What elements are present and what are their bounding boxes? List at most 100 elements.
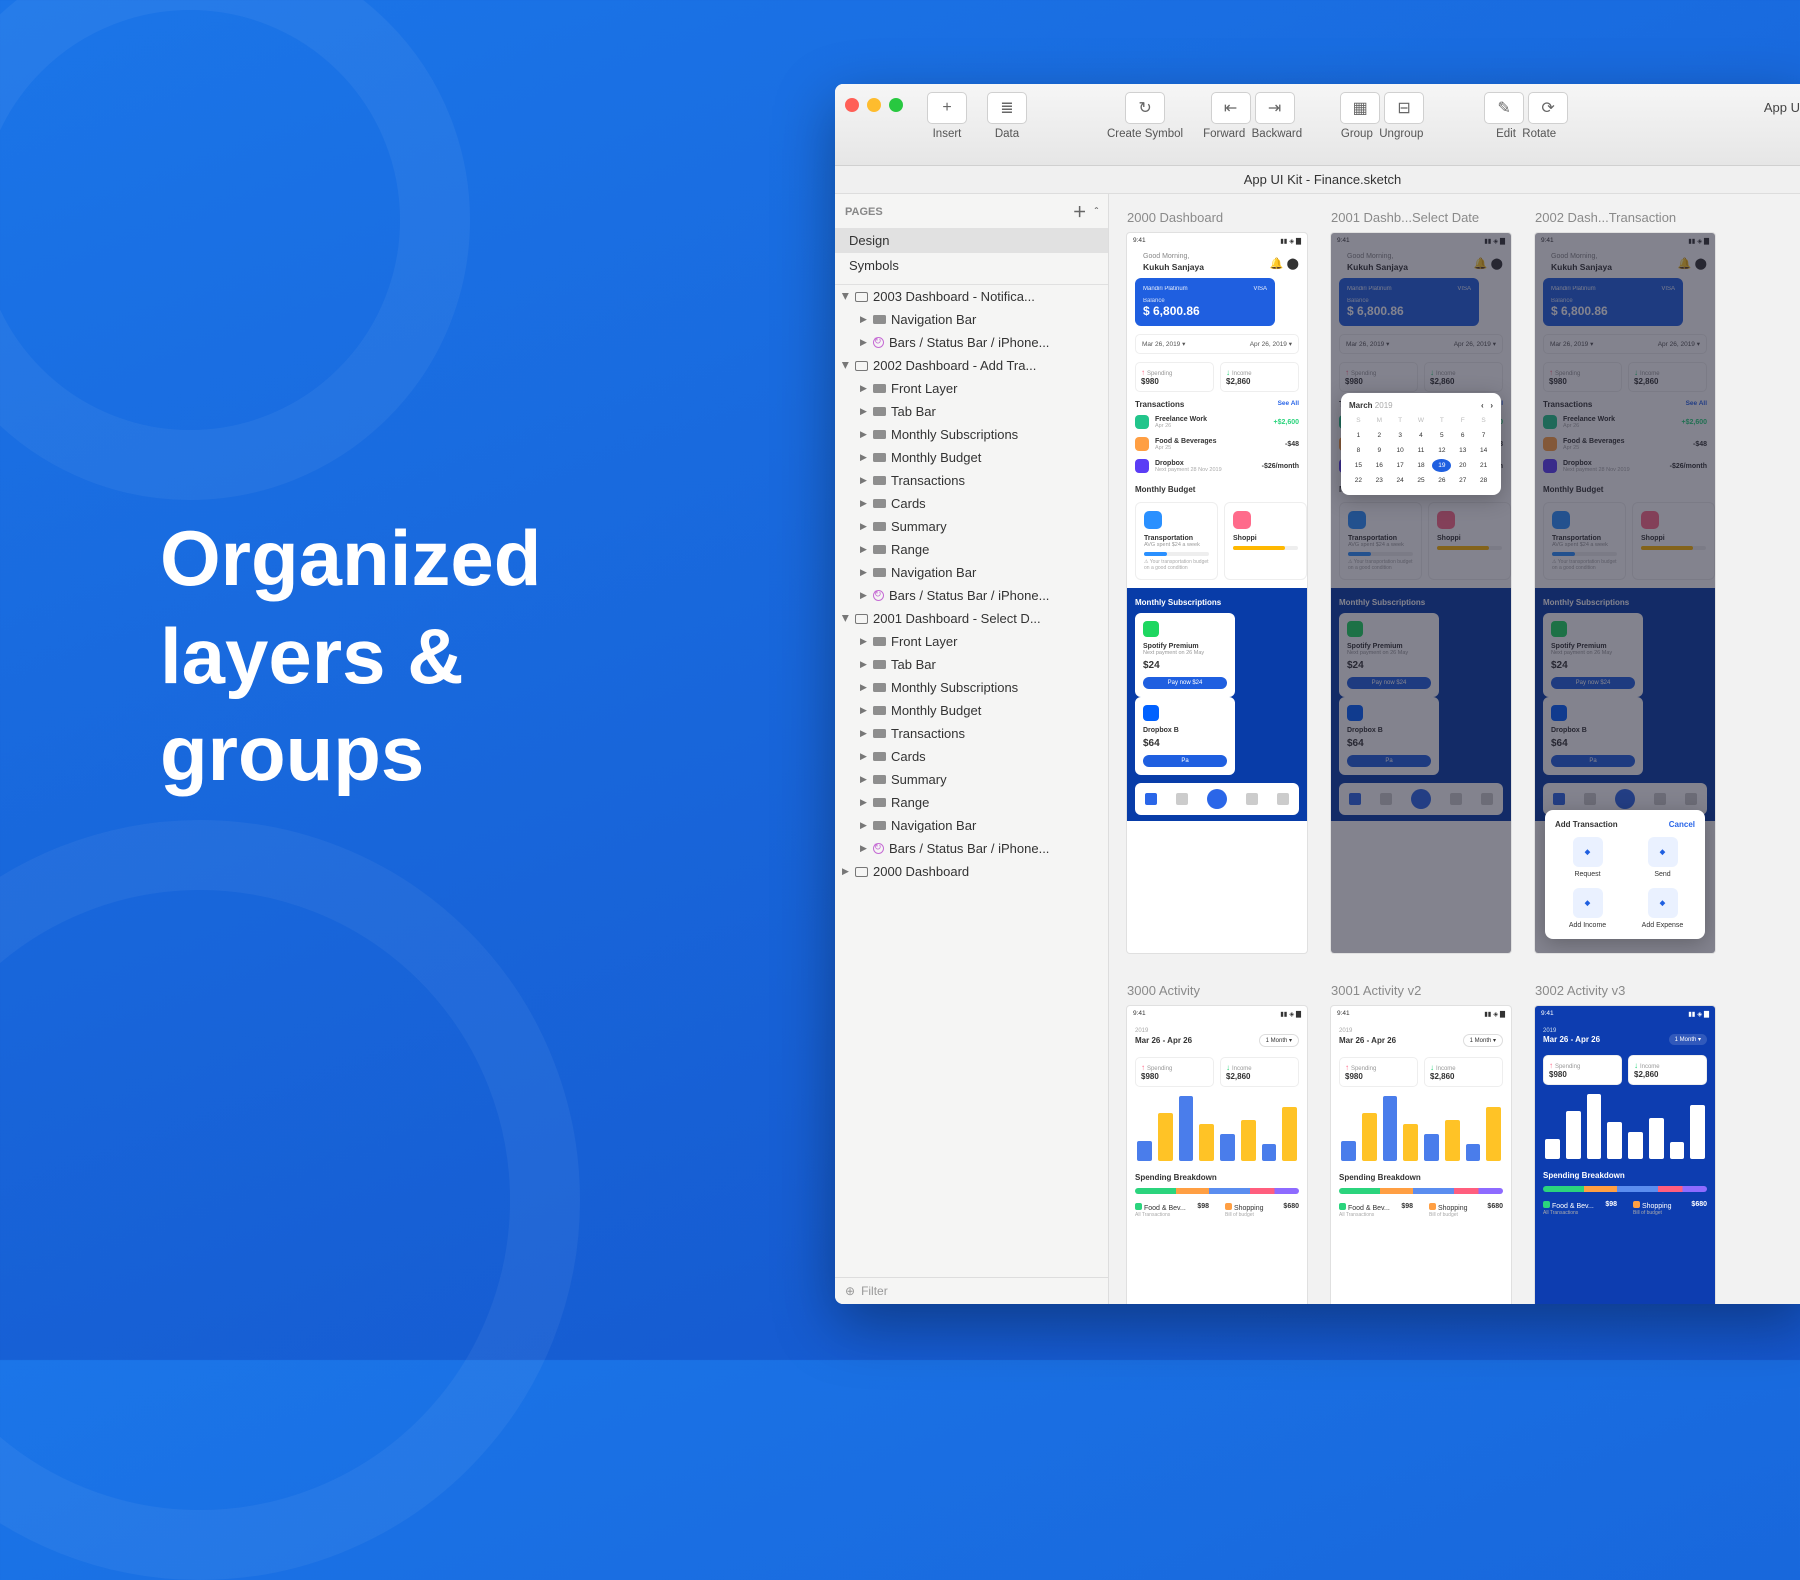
layer-row[interactable]: ▶Summary (835, 768, 1108, 791)
artb-icon (855, 614, 868, 624)
layer-row[interactable]: ▶Summary (835, 515, 1108, 538)
toolbar-label: Edit Rotate (1496, 128, 1556, 140)
disclosure-icon[interactable]: ▶ (859, 475, 868, 486)
disclosure-icon[interactable]: ▶ (859, 337, 868, 348)
fold-icon (873, 522, 886, 531)
toolbar-button[interactable]: ⟳ (1528, 92, 1568, 124)
fold-icon (873, 660, 886, 669)
disclosure-icon[interactable]: ▶ (859, 751, 868, 762)
disclosure-icon[interactable]: ▶ (859, 452, 868, 463)
fold-icon (873, 545, 886, 554)
disclosure-icon[interactable]: ▶ (859, 682, 868, 693)
layer-row[interactable]: ▶Transactions (835, 469, 1108, 492)
layer-row[interactable]: ▶ Navigation Bar (835, 561, 1108, 584)
disclosure-icon[interactable]: ▶ (859, 521, 868, 532)
collapse-icon[interactable]: ˆ (1095, 207, 1098, 218)
disclosure-icon[interactable]: ▶ (859, 797, 868, 808)
disclosure-icon[interactable]: ▶ (859, 705, 868, 716)
artboard[interactable]: 3001 Activity v29:41▮▮ ◈ ▇ 2019Mar 26 - … (1331, 983, 1511, 1304)
filter-input[interactable]: ⊕ Filter (835, 1277, 1108, 1304)
artb-icon (855, 867, 868, 877)
disclosure-icon[interactable]: ▶ (859, 820, 868, 831)
page-item[interactable]: Design (835, 228, 1108, 253)
add-transaction-sheet[interactable]: Add TransactionCancel◆Request◆Send◆Add I… (1545, 810, 1705, 939)
layer-row[interactable]: ▶ Cards (835, 745, 1108, 768)
layer-name: Bars / Status Bar / iPhone... (889, 841, 1102, 856)
disclosure-icon[interactable]: ▶ (840, 361, 851, 370)
layer-row[interactable]: ▶Tab Bar (835, 653, 1108, 676)
toolbar-button[interactable]: + (927, 92, 967, 124)
toolbar-button[interactable]: ⇥ (1255, 92, 1295, 124)
artboard[interactable]: 3002 Activity v39:41▮▮ ◈ ▇ 2019Mar 26 - … (1535, 983, 1715, 1304)
layer-name: Front Layer (891, 381, 1102, 396)
disclosure-icon[interactable]: ▶ (859, 843, 868, 854)
toolbar-button[interactable]: ≣ (987, 92, 1027, 124)
disclosure-icon[interactable]: ▶ (840, 614, 851, 623)
document-title: App UI Kit - Finance.sketch (835, 166, 1800, 194)
artboard[interactable]: 3000 Activity9:41▮▮ ◈ ▇ 2019Mar 26 - Apr… (1127, 983, 1307, 1304)
page-item[interactable]: Symbols (835, 253, 1108, 278)
disclosure-icon[interactable]: ▶ (859, 659, 868, 670)
disclosure-icon[interactable]: ▶ (859, 567, 868, 578)
layer-name: Cards (891, 749, 1102, 764)
layer-row[interactable]: ▶2001 Dashboard - Select D... (835, 607, 1108, 630)
layer-row[interactable]: ▶Transactions (835, 722, 1108, 745)
disclosure-icon[interactable]: ▶ (859, 383, 868, 394)
bg-ring (0, 0, 470, 500)
toolbar-button[interactable]: ▦ (1340, 92, 1380, 124)
minimize-icon[interactable] (867, 98, 881, 112)
traffic-lights[interactable] (845, 92, 903, 112)
artboard[interactable]: 2001 Dashb...Select Date9:41▮▮ ◈ ▇ Good … (1331, 210, 1511, 953)
layer-row[interactable]: ▶Range (835, 791, 1108, 814)
layer-row[interactable]: ▶Monthly Subscriptions (835, 676, 1108, 699)
toolbar-button[interactable]: ↻ (1125, 92, 1165, 124)
canvas[interactable]: 2000 Dashboard9:41▮▮ ◈ ▇ Good Morning,Ku… (1109, 194, 1800, 1304)
layer-row[interactable]: ▶Bars / Status Bar / iPhone... (835, 584, 1108, 607)
layer-row[interactable]: ▶ 2000 Dashboard (835, 860, 1108, 883)
window-title-right: App U (1764, 92, 1800, 115)
disclosure-icon[interactable]: ▶ (859, 406, 868, 417)
layer-row[interactable]: ▶ Monthly Budget (835, 699, 1108, 722)
disclosure-icon[interactable]: ▶ (859, 728, 868, 739)
toolbar-button[interactable]: ⊟ (1384, 92, 1424, 124)
fold-icon (873, 775, 886, 784)
layers-panel[interactable]: ▶2003 Dashboard - Notifica...▶Navigation… (835, 284, 1108, 1277)
layer-row[interactable]: ▶ Bars / Status Bar / iPhone... (835, 837, 1108, 860)
toolbar-button[interactable]: ⇤ (1211, 92, 1251, 124)
layer-row[interactable]: ▶2003 Dashboard - Notifica... (835, 285, 1108, 308)
fold-icon (873, 407, 886, 416)
disclosure-icon[interactable]: ▶ (859, 498, 868, 509)
zoom-icon[interactable] (889, 98, 903, 112)
layer-row[interactable]: ▶2002 Dashboard - Add Tra... (835, 354, 1108, 377)
layer-row[interactable]: ▶Navigation Bar (835, 814, 1108, 837)
layer-name: Front Layer (891, 634, 1102, 649)
disclosure-icon[interactable]: ▶ (859, 774, 868, 785)
layer-row[interactable]: ▶Tab Bar (835, 400, 1108, 423)
close-icon[interactable] (845, 98, 859, 112)
fold-icon (873, 568, 886, 577)
layer-row[interactable]: ▶Monthly Subscriptions (835, 423, 1108, 446)
disclosure-icon[interactable]: ▶ (840, 292, 851, 301)
layer-row[interactable]: ▶ Front Layer (835, 630, 1108, 653)
layer-row[interactable]: ▶Monthly Budget (835, 446, 1108, 469)
fold-icon (873, 476, 886, 485)
layer-name: Monthly Budget (891, 703, 1102, 718)
disclosure-icon[interactable]: ▶ (841, 866, 850, 877)
layer-row[interactable]: ▶Bars / Status Bar / iPhone... (835, 331, 1108, 354)
layer-name: Navigation Bar (891, 565, 1102, 580)
layer-row[interactable]: ▶ Front Layer (835, 377, 1108, 400)
artboard[interactable]: 2000 Dashboard9:41▮▮ ◈ ▇ Good Morning,Ku… (1127, 210, 1307, 953)
artboard[interactable]: 2002 Dash...Transaction9:41▮▮ ◈ ▇ Good M… (1535, 210, 1715, 953)
disclosure-icon[interactable]: ▶ (859, 429, 868, 440)
calendar-overlay[interactable]: March 2019‹ ›SMTWTFS12345678910111213141… (1341, 393, 1501, 495)
toolbar-button[interactable]: ✎ (1484, 92, 1524, 124)
disclosure-icon[interactable]: ▶ (859, 636, 868, 647)
disclosure-icon[interactable]: ▶ (859, 314, 868, 325)
disclosure-icon[interactable]: ▶ (859, 590, 868, 601)
layer-row[interactable]: ▶Navigation Bar (835, 308, 1108, 331)
disclosure-icon[interactable]: ▶ (859, 544, 868, 555)
layer-row[interactable]: ▶Range (835, 538, 1108, 561)
layer-row[interactable]: ▶Cards (835, 492, 1108, 515)
add-page-icon[interactable]: ＋ (1073, 202, 1087, 222)
layer-name: 2000 Dashboard (873, 864, 1102, 879)
